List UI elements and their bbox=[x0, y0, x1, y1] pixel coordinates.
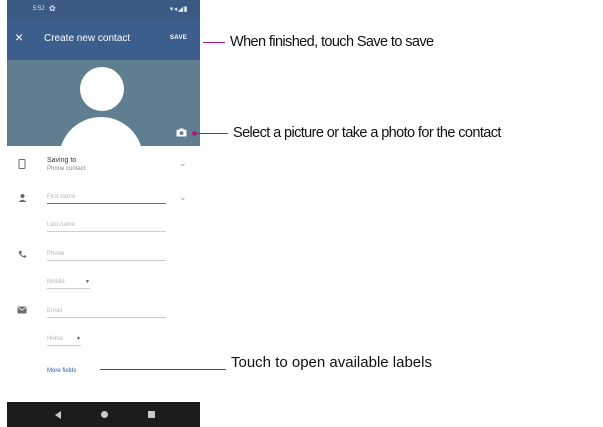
email-icon bbox=[17, 306, 27, 316]
email-label-value: Home bbox=[47, 336, 64, 342]
person-icon bbox=[17, 194, 27, 204]
status-icons: ▾◂◢▮ bbox=[169, 6, 188, 13]
phone-label-value: Mobile bbox=[47, 279, 65, 285]
phone-device-icon bbox=[17, 159, 27, 169]
callout-line-photo bbox=[197, 133, 228, 134]
status-bar: 5:52 ✿ ▾◂◢▮ bbox=[7, 0, 200, 20]
navigation-bar bbox=[7, 402, 200, 427]
first-name-field[interactable]: First name bbox=[47, 194, 166, 204]
chevron-down-icon[interactable]: ⌄ bbox=[179, 192, 187, 203]
caret-down-icon: ▼ bbox=[85, 279, 90, 285]
contact-form: Saving to Phone contact ⌄ First name ⌄ L… bbox=[7, 146, 200, 402]
close-icon[interactable]: × bbox=[15, 30, 23, 44]
back-icon[interactable] bbox=[55, 411, 61, 419]
status-time: 5:52 bbox=[33, 6, 45, 12]
gear-icon: ✿ bbox=[49, 4, 56, 13]
avatar-placeholder-body bbox=[59, 117, 143, 146]
email-label-select[interactable]: Home ▼ bbox=[47, 336, 81, 346]
chevron-down-icon[interactable]: ⌄ bbox=[179, 158, 187, 169]
app-bar: × Create new contact SAVE bbox=[7, 20, 200, 60]
last-name-field[interactable]: Last name bbox=[47, 222, 166, 232]
save-button[interactable]: SAVE bbox=[170, 35, 187, 41]
avatar-placeholder-head bbox=[80, 67, 124, 111]
phone-field[interactable]: Phone bbox=[47, 251, 166, 261]
callout-line-save bbox=[203, 42, 225, 43]
callout-labels: Touch to open available labels bbox=[231, 354, 432, 371]
caret-down-icon: ▼ bbox=[76, 336, 81, 342]
home-icon[interactable] bbox=[101, 411, 108, 418]
callout-save: When finished, touch Save to save bbox=[230, 34, 434, 50]
phone-screen: 5:52 ✿ ▾◂◢▮ × Create new contact SAVE Sa… bbox=[7, 0, 200, 427]
page-title: Create new contact bbox=[44, 33, 131, 44]
saving-to-label: Saving to bbox=[47, 157, 77, 164]
callout-line-labels bbox=[100, 369, 226, 370]
phone-icon bbox=[17, 250, 27, 260]
recents-icon[interactable] bbox=[148, 411, 155, 418]
more-fields-link[interactable]: More fields bbox=[47, 368, 76, 374]
camera-icon[interactable] bbox=[176, 128, 187, 137]
callout-photo: Select a picture or take a photo for the… bbox=[233, 125, 501, 141]
email-field[interactable]: Email bbox=[47, 308, 166, 318]
contact-photo-area[interactable] bbox=[7, 60, 200, 146]
saving-to-account: Phone contact bbox=[47, 166, 86, 172]
phone-label-select[interactable]: Mobile ▼ bbox=[47, 279, 90, 289]
